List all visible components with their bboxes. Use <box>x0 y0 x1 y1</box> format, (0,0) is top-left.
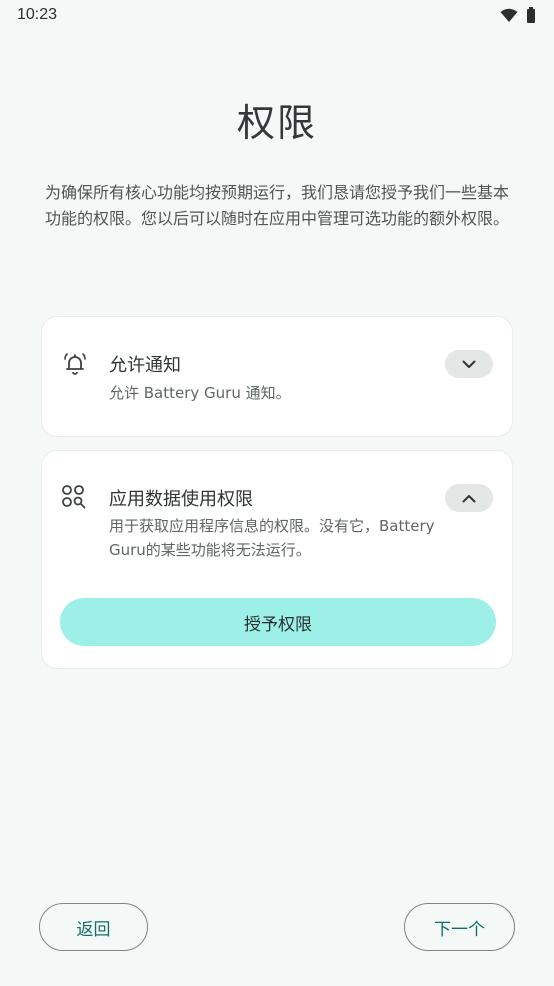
wifi-icon <box>500 8 518 22</box>
permission-title: 允许通知 <box>109 355 181 376</box>
bell-icon <box>64 353 86 375</box>
permission-card-notifications[interactable]: 允许通知 允许 Battery Guru 通知。 <box>41 316 513 437</box>
status-icons <box>500 7 536 23</box>
grant-permission-button[interactable]: 授予权限 <box>60 598 496 646</box>
permission-description: 用于获取应用程序信息的权限。没有它，Battery Guru的某些功能将无法运行… <box>109 517 435 559</box>
permission-card-app-usage[interactable]: 应用数据使用权限 用于获取应用程序信息的权限。没有它，Battery Guru的… <box>41 450 513 669</box>
status-bar: 10:23 <box>0 0 554 32</box>
chevron-down-icon <box>462 360 476 368</box>
chevron-up-icon <box>462 494 476 502</box>
collapse-button[interactable] <box>445 484 493 512</box>
page-description: 为确保所有核心功能均按预期运行，我们恳请您授予我们一些基本功能的权限。您以后可以… <box>44 183 509 228</box>
status-time: 10:23 <box>17 6 58 23</box>
permission-title: 应用数据使用权限 <box>109 489 253 510</box>
permission-description: 允许 Battery Guru 通知。 <box>109 384 291 402</box>
next-button[interactable]: 下一个 <box>404 903 515 951</box>
app-usage-icon <box>62 485 86 509</box>
expand-button[interactable] <box>445 350 493 378</box>
back-button[interactable]: 返回 <box>39 903 148 951</box>
page-title: 权限 <box>236 101 317 145</box>
battery-icon <box>527 7 535 23</box>
